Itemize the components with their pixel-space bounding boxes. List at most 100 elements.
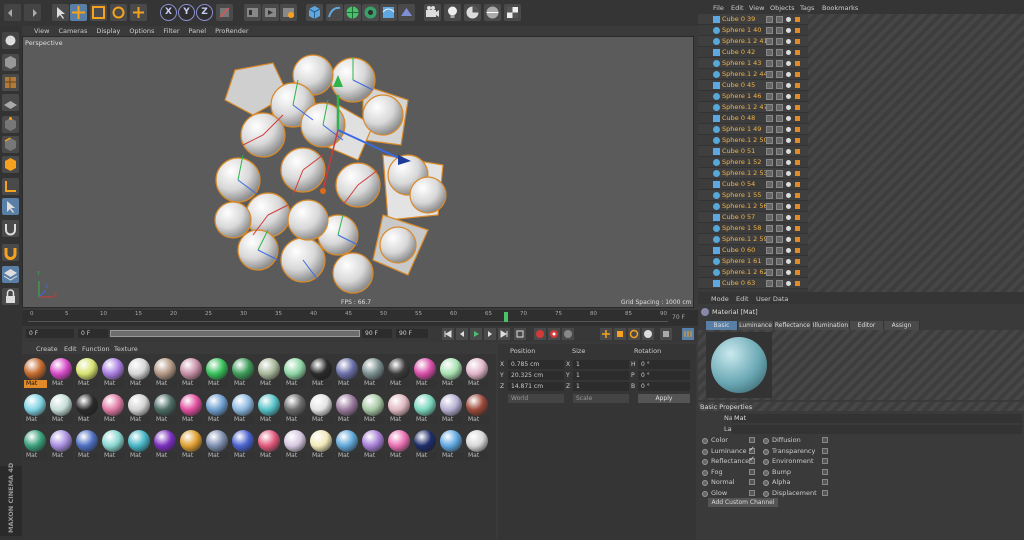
enabled-checkbox[interactable]: [776, 60, 783, 67]
pos-y-field[interactable]: 20.325 cm: [508, 371, 564, 380]
viewport-menu-filter[interactable]: Filter: [163, 27, 179, 35]
tag-icon[interactable]: [795, 215, 800, 220]
material-swatch[interactable]: Mat: [284, 430, 307, 460]
key-scale-icon[interactable]: [614, 328, 626, 340]
material-tag-icon[interactable]: [786, 116, 791, 121]
layer-field[interactable]: [732, 425, 1022, 434]
enabled-checkbox[interactable]: [776, 16, 783, 23]
viewport-menu-view[interactable]: View: [34, 27, 49, 35]
deformer-icon[interactable]: [380, 4, 397, 21]
visibility-checkbox[interactable]: [766, 16, 773, 23]
tag-icon[interactable]: [795, 281, 800, 286]
visibility-checkbox[interactable]: [766, 82, 773, 89]
visibility-checkbox[interactable]: [766, 115, 773, 122]
visibility-checkbox[interactable]: [766, 280, 773, 287]
material-tag-icon[interactable]: [786, 138, 791, 143]
viewport-menu-cameras[interactable]: Cameras: [58, 27, 87, 35]
enabled-checkbox[interactable]: [776, 104, 783, 111]
material-swatch[interactable]: Mat: [414, 430, 437, 460]
cursor-icon[interactable]: [52, 4, 69, 21]
tag-icon[interactable]: [795, 237, 800, 242]
channel-radio[interactable]: [702, 490, 708, 497]
channel-checkbox[interactable]: ✓: [749, 455, 755, 464]
enabled-checkbox[interactable]: [776, 214, 783, 221]
material-swatch[interactable]: Mat: [388, 430, 411, 460]
enabled-checkbox[interactable]: [776, 203, 783, 210]
material-swatch[interactable]: Mat: [414, 358, 437, 388]
object-menu-tags[interactable]: Tags: [800, 4, 814, 12]
enabled-checkbox[interactable]: [776, 27, 783, 34]
attr-tab[interactable]: Assign: [884, 321, 920, 330]
enabled-checkbox[interactable]: [776, 126, 783, 133]
autokey-icon[interactable]: [548, 328, 560, 340]
frame-start-field[interactable]: 0 F: [26, 329, 74, 338]
material-swatch[interactable]: Mat: [284, 394, 307, 424]
render-view-icon[interactable]: [244, 4, 261, 21]
tag-icon[interactable]: [795, 193, 800, 198]
pos-z-field[interactable]: 14.871 cm: [508, 382, 564, 391]
channel-radio[interactable]: [763, 480, 769, 486]
material-swatch[interactable]: Mat: [336, 358, 359, 388]
channel-radio[interactable]: [763, 438, 769, 444]
scale-tool-icon[interactable]: [90, 4, 107, 21]
channel-radio[interactable]: [763, 490, 769, 497]
add-tool-icon[interactable]: [130, 4, 147, 21]
channel-checkbox[interactable]: [822, 437, 828, 443]
material-swatch[interactable]: Mat: [206, 430, 229, 460]
size-y-field[interactable]: 1: [573, 371, 629, 380]
object-menu-objects[interactable]: Objects: [770, 4, 795, 12]
pos-x-field[interactable]: 0.785 cm: [508, 360, 564, 369]
material-menu-create[interactable]: Create: [36, 345, 58, 353]
lock-icon[interactable]: [2, 288, 19, 305]
tag-icon[interactable]: [795, 105, 800, 110]
tag-icon[interactable]: [795, 171, 800, 176]
viewport-menu-options[interactable]: Options: [129, 27, 154, 35]
magnet-icon[interactable]: [2, 244, 19, 261]
material-swatch[interactable]: Mat: [440, 430, 463, 460]
tag-icon[interactable]: [795, 39, 800, 44]
channel-checkbox[interactable]: [822, 479, 828, 485]
channel-checkbox[interactable]: [749, 479, 755, 485]
material-swatch[interactable]: Mat: [284, 358, 307, 388]
key-param-icon[interactable]: [642, 328, 654, 340]
material-tag-icon[interactable]: [786, 28, 791, 33]
attr-tab[interactable]: Basic: [706, 321, 738, 330]
record-icon[interactable]: [534, 328, 546, 340]
material-swatch[interactable]: Mat: [102, 394, 125, 424]
attr-menu-user-data[interactable]: User Data: [756, 295, 788, 303]
visibility-checkbox[interactable]: [766, 27, 773, 34]
enabled-checkbox[interactable]: [776, 148, 783, 155]
material-tag-icon[interactable]: [786, 237, 791, 242]
tag-icon[interactable]: [795, 160, 800, 165]
channel-row[interactable]: Bump: [763, 468, 832, 477]
material-swatch[interactable]: Mat: [310, 430, 333, 460]
channel-row[interactable]: Alpha: [763, 478, 832, 487]
channel-checkbox[interactable]: [749, 437, 755, 443]
material-tag-icon[interactable]: [786, 160, 791, 165]
last-frame-icon[interactable]: [498, 328, 510, 340]
environment-icon[interactable]: [398, 4, 415, 21]
material-tag-icon[interactable]: [786, 17, 791, 22]
material-menu-texture[interactable]: Texture: [114, 345, 138, 353]
move-tool-icon[interactable]: [70, 4, 87, 21]
material-tag-icon[interactable]: [786, 83, 791, 88]
enabled-checkbox[interactable]: [776, 258, 783, 265]
tag-icon[interactable]: [795, 270, 800, 275]
attr-menu-edit[interactable]: Edit: [736, 295, 749, 303]
frame-range-slider[interactable]: [110, 330, 360, 337]
tag-icon[interactable]: [795, 138, 800, 143]
points-mode-icon[interactable]: [2, 116, 19, 133]
material-swatch[interactable]: Mat: [310, 358, 333, 388]
material-swatch[interactable]: Mat: [232, 394, 255, 424]
prorender-icon[interactable]: [464, 4, 481, 21]
visibility-checkbox[interactable]: [766, 93, 773, 100]
visibility-checkbox[interactable]: [766, 225, 773, 232]
redo-icon[interactable]: [24, 4, 41, 21]
material-swatch[interactable]: Mat: [466, 394, 489, 424]
array-icon[interactable]: [362, 4, 379, 21]
material-tag-icon[interactable]: [786, 182, 791, 187]
viewport[interactable]: Perspective Y X Z FPS : 66.7 Grid Spacin…: [22, 36, 694, 308]
material-swatch[interactable]: Mat: [388, 358, 411, 388]
material-swatch[interactable]: Mat: [440, 394, 463, 424]
channel-checkbox[interactable]: [822, 489, 828, 496]
